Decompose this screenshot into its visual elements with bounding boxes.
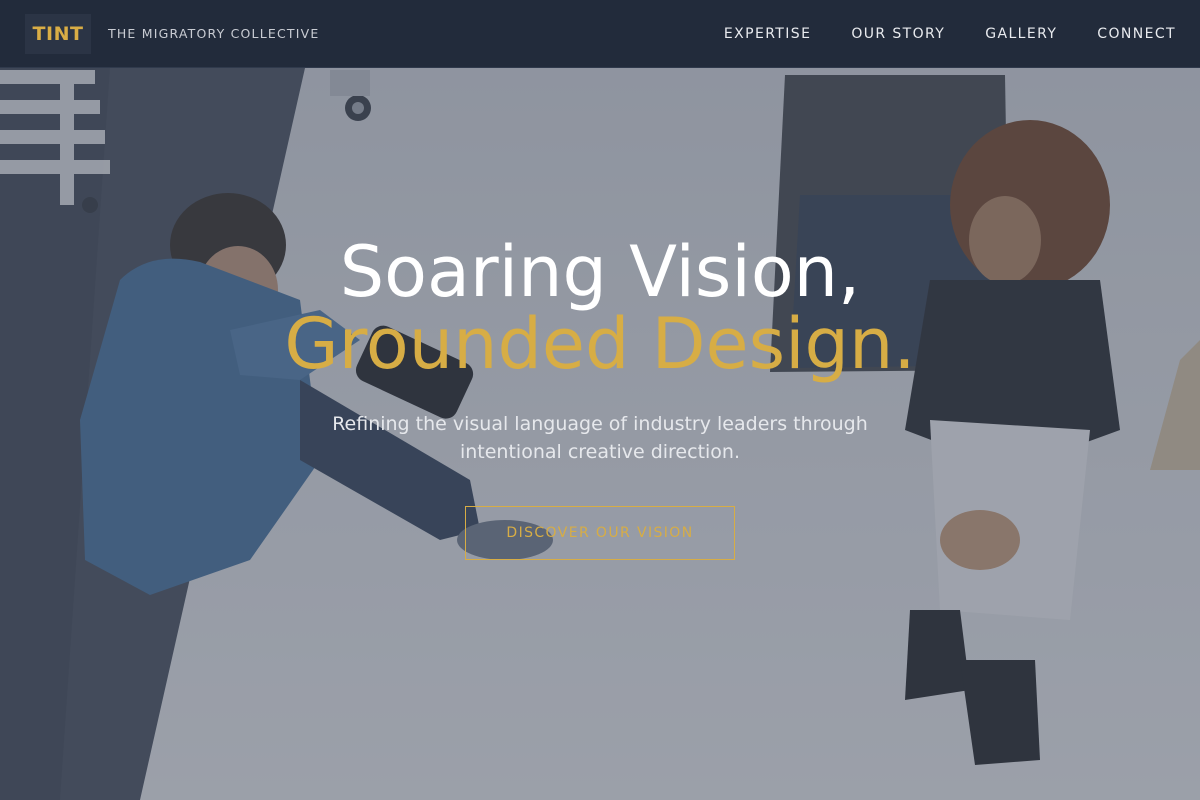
nav-item-gallery[interactable]: GALLERY — [985, 26, 1057, 42]
hero-subtext: Refining the visual language of industry… — [332, 413, 868, 463]
logo-text: TINT — [32, 22, 84, 45]
hero-content: Soaring Vision, Grounded Design. Refinin… — [0, 236, 1200, 560]
navbar: TINT THE MIGRATORY COLLECTIVE EXPERTISE … — [0, 0, 1200, 68]
nav-item-connect[interactable]: CONNECT — [1097, 26, 1176, 42]
hero-headline: Soaring Vision, Grounded Design. — [0, 236, 1200, 380]
logo[interactable]: TINT — [25, 13, 91, 54]
main-nav: EXPERTISE OUR STORY GALLERY CONNECT — [684, 26, 1200, 42]
nav-item-our-story[interactable]: OUR STORY — [851, 26, 945, 42]
brand-tagline: THE MIGRATORY COLLECTIVE — [108, 26, 320, 41]
brand[interactable]: TINT THE MIGRATORY COLLECTIVE — [0, 13, 320, 54]
nav-item-expertise[interactable]: EXPERTISE — [724, 26, 811, 42]
headline-line-1: Soaring Vision, — [339, 231, 861, 313]
headline-line-2: Grounded Design. — [284, 303, 916, 385]
discover-vision-button[interactable]: DISCOVER OUR VISION — [465, 506, 735, 560]
